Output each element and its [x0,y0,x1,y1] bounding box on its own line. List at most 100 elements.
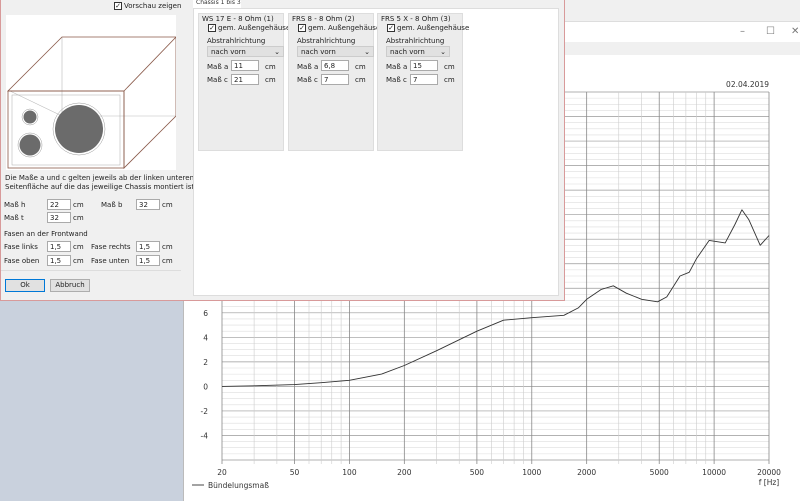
x-axis-label: f [Hz] [759,478,780,487]
shared-enclosure-checkbox[interactable]: ✓ gem. Außengehäuse [298,24,380,32]
checkbox-checked-icon: ✓ [114,2,122,10]
enclosure-preview [6,15,177,170]
midrange-icon [19,134,41,156]
direction-value: nach vorn [301,48,336,56]
unit-label: cm [73,214,84,222]
dim-c-input[interactable]: 21 [231,74,259,85]
info-text: Seitenfläche auf die das jeweilige Chass… [5,183,197,191]
y-tick-label: -2 [201,407,209,416]
dim-t-input[interactable]: 32 [47,212,71,223]
close-button[interactable]: ✕ [791,26,799,37]
dim-b-label: Maß b [101,201,123,209]
cancel-button[interactable]: Abbruch [50,279,90,292]
checkbox-label: gem. Außengehäuse [397,24,470,32]
dim-a-input[interactable]: 6,8 [321,60,349,71]
x-tick-label: 200 [397,468,412,477]
dim-a-input[interactable]: 11 [231,60,259,71]
y-tick-label: -4 [201,431,209,440]
ok-button[interactable]: Ok [5,279,45,292]
dim-c-label: Maß c [386,76,407,84]
direction-select[interactable]: nach vorn ⌄ [207,46,284,57]
unit-label: cm [162,243,173,251]
dim-a-input[interactable]: 15 [410,60,438,71]
unit-label: cm [265,76,276,84]
bevel-top-input[interactable]: 1,5 [47,255,71,266]
x-tick-label: 5000 [650,468,669,477]
shared-enclosure-checkbox[interactable]: ✓ gem. Außengehäuse [208,24,290,32]
unit-label: cm [73,257,84,265]
chevron-down-icon: ⌄ [274,48,280,56]
y-tick-label: 2 [203,358,208,367]
x-tick-label: 500 [470,468,485,477]
chart-date: 02.04.2019 [726,80,769,89]
x-tick-label: 1000 [522,468,541,477]
enclosure-dialog: ✓ Vorschau zeigen Die Maße a und c gelten… [0,0,565,301]
dim-c-input[interactable]: 7 [410,74,438,85]
checkbox-checked-icon: ✓ [387,24,395,32]
chassis-title: WS 17 E - 8 Ohm (1) [202,15,274,23]
checkbox-label: gem. Außengehäuse [218,24,291,32]
bevel-left-input[interactable]: 1,5 [47,241,71,252]
direction-label: Abstrahlrichtung [207,37,266,45]
bevel-bottom-input[interactable]: 1,5 [136,255,160,266]
unit-label: cm [162,257,173,265]
chevron-down-icon: ⌄ [364,48,370,56]
dim-c-label: Maß c [297,76,318,84]
dim-c-label: Maß c [207,76,228,84]
chassis-group-3: FRS 5 X - 8 Ohm (3) ✓ gem. Außengehäuse A… [377,13,469,151]
unit-label: cm [444,76,455,84]
direction-label: Abstrahlrichtung [297,37,356,45]
direction-value: nach vorn [390,48,425,56]
tab-content: WS 17 E - 8 Ohm (1) ✓ gem. Außengehäuse A… [193,8,559,296]
unit-label: cm [355,63,366,71]
direction-select[interactable]: nach vorn ⌄ [297,46,374,57]
y-tick-label: 0 [203,382,208,391]
dim-b-input[interactable]: 32 [136,199,160,210]
unit-label: cm [444,63,455,71]
bevel-heading: Fasen an der Frontwand [4,230,88,238]
shared-enclosure-checkbox[interactable]: ✓ gem. Außengehäuse [387,24,469,32]
maximize-button[interactable]: ☐ [766,26,775,37]
direction-select[interactable]: nach vorn ⌄ [386,46,450,57]
dim-t-label: Maß t [4,214,24,222]
dim-a-label: Maß a [207,63,229,71]
direction-label: Abstrahlrichtung [386,37,445,45]
chassis-title: FRS 8 - 8 Ohm (2) [292,15,355,23]
unit-label: cm [162,201,173,209]
unit-label: cm [355,76,366,84]
checkbox-checked-icon: ✓ [208,24,216,32]
tab-chassis-1-3[interactable]: Chassis 1 bis 3 [193,0,241,8]
unit-label: cm [73,201,84,209]
direction-value: nach vorn [211,48,246,56]
bevel-top-label: Fase oben [4,257,40,265]
x-tick-label: 2000 [577,468,596,477]
bevel-right-input[interactable]: 1,5 [136,241,160,252]
divider [1,270,181,271]
x-tick-label: 20 [217,468,227,477]
dim-a-label: Maß a [297,63,319,71]
bevel-left-label: Fase links [4,243,38,251]
chevron-down-icon: ⌄ [440,48,446,56]
background-app-window [560,0,800,22]
y-tick-label: 4 [203,333,208,342]
minimize-button[interactable]: – [740,26,745,37]
x-tick-label: 10000 [702,468,726,477]
x-tick-label: 100 [342,468,357,477]
dim-c-input[interactable]: 7 [321,74,349,85]
tweeter-icon [23,110,37,124]
unit-label: cm [73,243,84,251]
dim-h-input[interactable]: 22 [47,199,71,210]
x-tick-label: 20000 [757,468,781,477]
y-tick-label: 6 [203,309,208,318]
dim-h-label: Maß h [4,201,26,209]
preview-checkbox-label: Vorschau zeigen [124,2,182,10]
bevel-right-label: Fase rechts [91,243,131,251]
chassis-group-1: WS 17 E - 8 Ohm (1) ✓ gem. Außengehäuse A… [198,13,290,151]
box-drawing [7,36,177,169]
dim-a-label: Maß a [386,63,408,71]
preview-checkbox[interactable]: ✓ Vorschau zeigen [114,2,181,10]
checkbox-checked-icon: ✓ [298,24,306,32]
legend-label: Bündelungsmaß [208,481,269,490]
chassis-title: FRS 5 X - 8 Ohm (3) [381,15,451,23]
woofer-icon [55,105,103,153]
